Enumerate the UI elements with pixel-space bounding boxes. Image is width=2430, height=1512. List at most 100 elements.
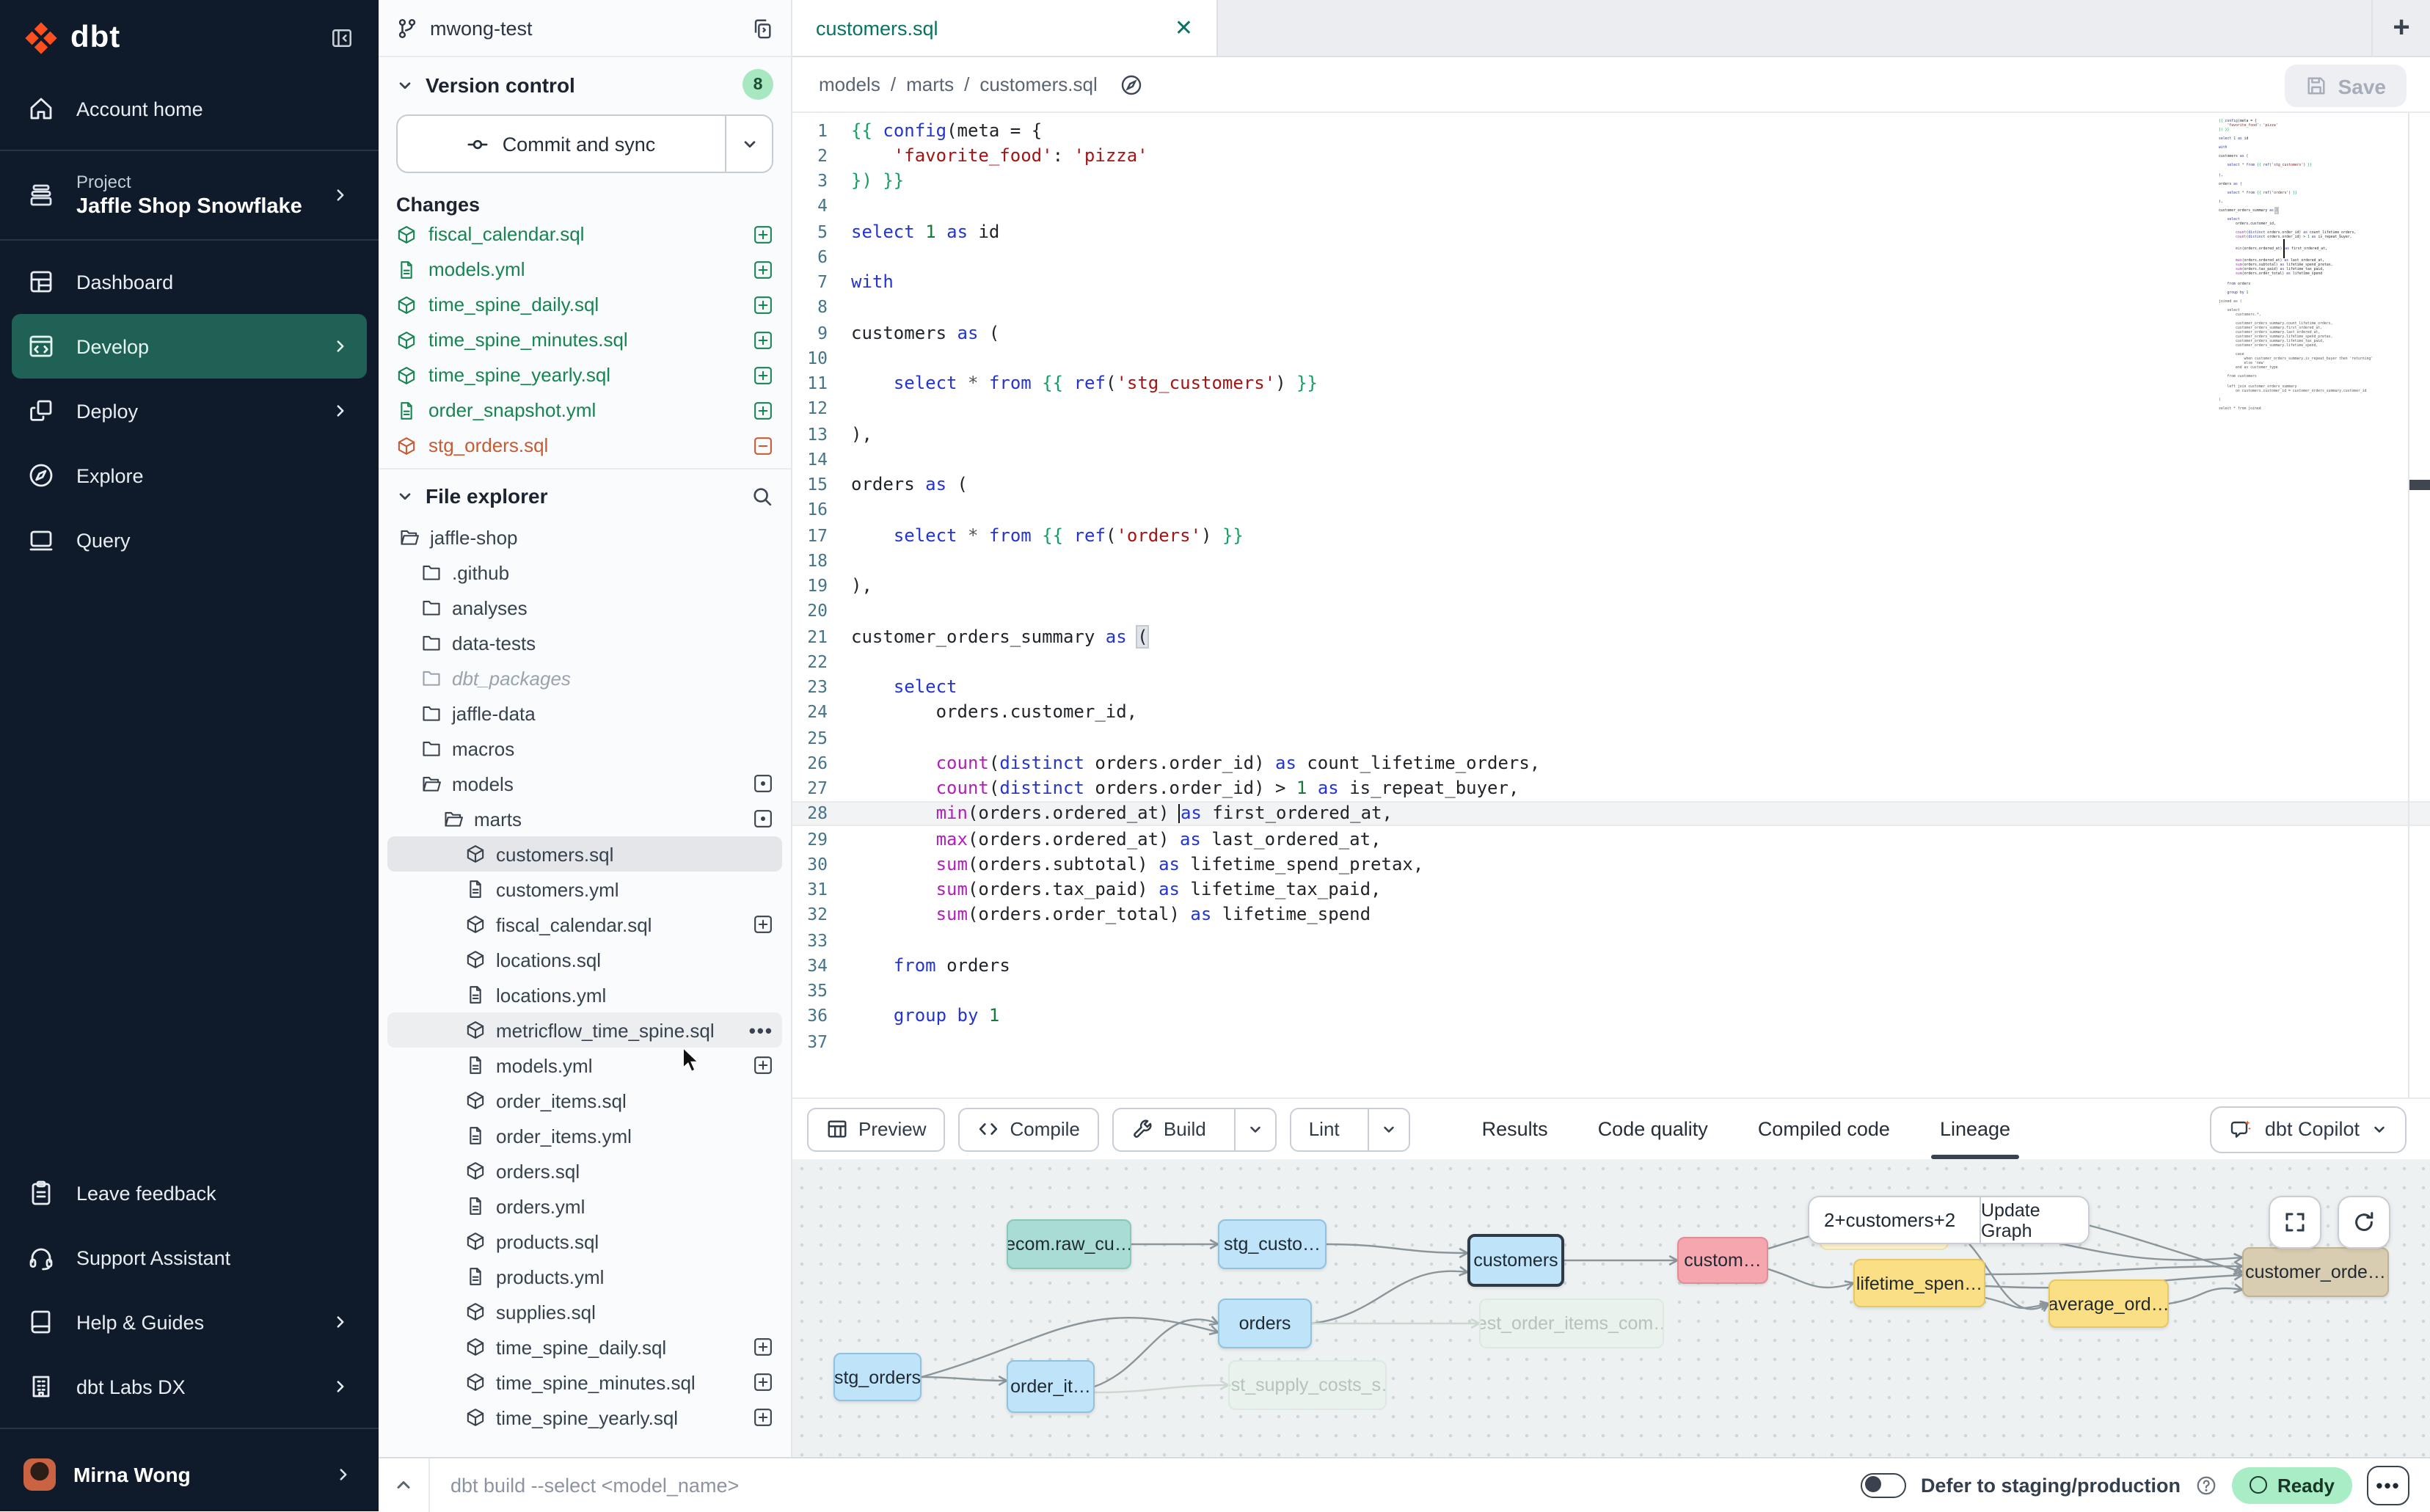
file-products-yml[interactable]: products.yml <box>387 1259 782 1294</box>
sidebar-collapse-icon[interactable] <box>329 25 355 51</box>
stage-plus-icon[interactable] <box>753 365 773 385</box>
sidebar-item-support-assistant[interactable]: Support Assistant <box>0 1225 379 1290</box>
code-line-4[interactable]: 4 <box>792 194 2430 219</box>
code-line-14[interactable]: 14 <box>792 447 2430 472</box>
code-line-17[interactable]: 17 select * from {{ ref('orders') }} <box>792 522 2430 548</box>
sidebar-project[interactable]: Project Jaffle Shop Snowflake <box>0 160 379 230</box>
lineage-node-stg_customers[interactable]: stg_custo… <box>1218 1219 1327 1269</box>
sidebar-item-leave-feedback[interactable]: Leave feedback <box>0 1161 379 1225</box>
stage-plus-icon[interactable] <box>753 259 773 280</box>
code-line-18[interactable]: 18 <box>792 548 2430 574</box>
lineage-selector[interactable]: 2+customers+2 Update Graph <box>1808 1196 2090 1244</box>
lineage-node-customer_orders[interactable]: customer_orde… <box>2242 1247 2389 1297</box>
code-editor[interactable]: 1{{ config(meta = {2 'favorite_food': 'p… <box>792 113 2430 1098</box>
changed-file-time-spine-daily-sql[interactable]: time_spine_daily.sql <box>396 288 773 321</box>
breadcrumb-marts[interactable]: marts <box>906 73 954 95</box>
collapse-panel-icon[interactable] <box>393 1475 414 1495</box>
code-line-34[interactable]: 34 from orders <box>792 953 2430 979</box>
file-dbt-packages[interactable]: dbt_packages <box>387 660 782 695</box>
stage-plus-icon[interactable] <box>753 294 773 315</box>
file-order-items-sql[interactable]: order_items.sql <box>387 1083 782 1118</box>
code-line-23[interactable]: 23 select <box>792 674 2430 700</box>
code-line-31[interactable]: 31 sum(orders.tax_paid) as lifetime_tax_… <box>792 877 2430 902</box>
refresh-graph-button[interactable] <box>2338 1196 2390 1249</box>
code-line-2[interactable]: 2 'favorite_food': 'pizza' <box>792 143 2430 169</box>
more-options-button[interactable]: ••• <box>2367 1465 2409 1505</box>
plus-icon[interactable] <box>753 1337 773 1357</box>
lineage-panel[interactable]: ecom.raw_cu…stg_custo…customerscustom…co… <box>792 1159 2430 1457</box>
file-supplies-sql[interactable]: supplies.sql <box>387 1294 782 1329</box>
file-customers-sql[interactable]: customers.sql <box>387 836 782 872</box>
code-line-30[interactable]: 30 sum(orders.subtotal) as lifetime_spen… <box>792 852 2430 877</box>
file-customers-yml[interactable]: customers.yml <box>387 872 782 907</box>
help-icon[interactable] <box>2195 1474 2217 1496</box>
plus-icon[interactable] <box>753 1372 773 1392</box>
plus-icon[interactable] <box>753 1407 773 1428</box>
dot-icon[interactable] <box>753 808 773 829</box>
code-line-24[interactable]: 24 orders.customer_id, <box>792 700 2430 726</box>
code-line-8[interactable]: 8 <box>792 295 2430 321</box>
code-line-11[interactable]: 11 select * from {{ ref('stg_customers')… <box>792 370 2430 396</box>
sidebar-item-deploy[interactable]: Deploy <box>0 379 379 443</box>
file-locations-sql[interactable]: locations.sql <box>387 942 782 977</box>
code-line-9[interactable]: 9customers as ( <box>792 320 2430 346</box>
code-line-29[interactable]: 29 max(orders.ordered_at) as last_ordere… <box>792 826 2430 852</box>
status-badge[interactable]: Ready <box>2232 1467 2352 1503</box>
file-data-tests[interactable]: data-tests <box>387 625 782 660</box>
changed-file-models-yml[interactable]: models.yml <box>396 252 773 286</box>
update-graph-button[interactable]: Update Graph <box>1980 1197 2088 1243</box>
code-line-15[interactable]: 15orders as ( <box>792 472 2430 497</box>
file-models[interactable]: models <box>387 766 782 801</box>
compile-button[interactable]: Compile <box>959 1107 1099 1151</box>
file-analyses[interactable]: analyses <box>387 590 782 625</box>
stage-plus-icon[interactable] <box>753 400 773 420</box>
breadcrumb-file[interactable]: customers.sql <box>979 73 1097 95</box>
changed-file-fiscal-calendar-sql[interactable]: fiscal_calendar.sql <box>396 217 773 251</box>
lint-options-caret[interactable] <box>1368 1109 1409 1150</box>
stage-plus-icon[interactable] <box>753 329 773 350</box>
file-marts[interactable]: marts <box>387 801 782 836</box>
explore-compass-icon[interactable] <box>1120 73 1143 96</box>
dbt-copilot-button[interactable]: dbt Copilot <box>2211 1106 2407 1153</box>
lineage-node-custom_pink[interactable]: custom… <box>1677 1237 1768 1284</box>
chevron-down-icon[interactable] <box>396 76 414 93</box>
lineage-node-lifetime_spend[interactable]: lifetime_spen… <box>1853 1259 1985 1307</box>
new-tab-button[interactable]: + <box>2371 0 2430 56</box>
stage-minus-icon[interactable] <box>753 435 773 456</box>
file--github[interactable]: .github <box>387 555 782 590</box>
dots-icon[interactable]: ••• <box>749 1019 773 1041</box>
stage-plus-icon[interactable] <box>753 224 773 244</box>
lineage-node-ecom_raw[interactable]: ecom.raw_cu… <box>1007 1219 1131 1269</box>
file-order-items-yml[interactable]: order_items.yml <box>387 1118 782 1153</box>
file-time-spine-daily-sql[interactable]: time_spine_daily.sql <box>387 1329 782 1365</box>
scrollbar-thumb[interactable] <box>2409 480 2430 490</box>
lineage-node-test_order_items[interactable]: test_order_items_com… <box>1479 1299 1664 1348</box>
search-icon[interactable] <box>751 485 773 507</box>
tab-customers-sql[interactable]: customers.sql ✕ <box>792 0 1218 56</box>
lineage-node-average_order[interactable]: average_ord… <box>2048 1279 2169 1328</box>
plus-icon[interactable] <box>753 1055 773 1075</box>
code-line-32[interactable]: 32 sum(orders.order_total) as lifetime_s… <box>792 902 2430 928</box>
file-orders-yml[interactable]: orders.yml <box>387 1188 782 1224</box>
code-line-19[interactable]: 19), <box>792 573 2430 599</box>
sidebar-item-account-home[interactable]: Account home <box>0 76 379 141</box>
changed-file-order-snapshot-yml[interactable]: order_snapshot.yml <box>396 393 773 427</box>
lint-button[interactable]: Lint <box>1290 1107 1410 1151</box>
code-line-5[interactable]: 5select 1 as id <box>792 219 2430 244</box>
file-macros[interactable]: macros <box>387 731 782 766</box>
preview-button[interactable]: Preview <box>807 1107 946 1151</box>
lineage-node-test_supply[interactable]: test_supply_costs_s… <box>1228 1360 1387 1410</box>
commit-and-sync-button[interactable]: Commit and sync <box>396 114 773 173</box>
tab-results[interactable]: Results <box>1482 1099 1548 1159</box>
commit-options-caret[interactable] <box>725 116 772 172</box>
file-jaffle-data[interactable]: jaffle-data <box>387 695 782 731</box>
tab-code-quality[interactable]: Code quality <box>1598 1099 1708 1159</box>
code-line-36[interactable]: 36 group by 1 <box>792 1004 2430 1029</box>
plus-icon[interactable] <box>753 914 773 935</box>
lineage-node-orders[interactable]: orders <box>1218 1299 1312 1348</box>
file-orders-sql[interactable]: orders.sql <box>387 1153 782 1188</box>
file-products-sql[interactable]: products.sql <box>387 1224 782 1259</box>
changed-file-stg-orders-sql[interactable]: stg_orders.sql <box>396 428 773 462</box>
changed-file-time-spine-yearly-sql[interactable]: time_spine_yearly.sql <box>396 358 773 392</box>
sidebar-item-dashboard[interactable]: Dashboard <box>0 249 379 314</box>
